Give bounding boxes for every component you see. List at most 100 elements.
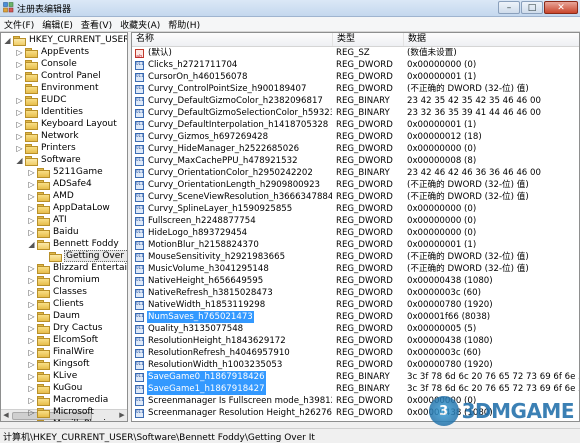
tree-node[interactable]: ▷ Keyboard Layout — [15, 118, 118, 130]
value-name-cell[interactable]: MotionBlur_h2158824370 — [135, 239, 332, 251]
expand-arrow-icon[interactable]: ▷ — [27, 180, 36, 189]
tree-node[interactable]: Getting Over It — [39, 250, 127, 262]
tree-node[interactable]: ▷ KuGou — [27, 382, 83, 394]
tree-node-label[interactable]: Daum — [52, 311, 81, 321]
close-button[interactable]: ✕ — [544, 1, 578, 14]
tree-node-label[interactable]: Environment — [40, 83, 99, 93]
tree-node-label[interactable]: Microsoft — [52, 407, 95, 417]
expand-arrow-icon[interactable]: ▷ — [27, 288, 36, 297]
tree-node[interactable]: ▷ 5211Game — [27, 166, 104, 178]
collapse-arrow-icon[interactable]: ◢ — [27, 240, 36, 249]
registry-value-row[interactable]: ResolutionWidth_h1003235053 REG_DWORD 0x00… — [132, 359, 579, 371]
registry-value-row[interactable]: HideLogo_h893729454 REG_DWORD 0x00000000 (… — [132, 227, 579, 239]
value-name-cell[interactable]: Quality_h3135077548 — [135, 323, 332, 335]
column-name[interactable]: 名称 — [132, 33, 333, 46]
expand-arrow-icon[interactable]: ▷ — [27, 216, 36, 225]
registry-value-row[interactable]: Curvy_ControlPointSize_h900189407 REG_DWO… — [132, 83, 579, 95]
value-name-cell[interactable]: Screenmanager Is Fullscreen mode_h398129… — [135, 395, 332, 407]
registry-value-row[interactable]: Curvy_MaxCachePPU_h478921532 REG_DWORD 0x0… — [132, 155, 579, 167]
value-name-cell[interactable]: Curvy_ControlPointSize_h900189407 — [135, 83, 332, 95]
registry-value-row[interactable]: Curvy_DefaultGizmoSelectionColor_h593237… — [132, 107, 579, 119]
column-data[interactable]: 数据 — [404, 33, 579, 46]
value-name-cell[interactable]: Curvy_MaxCachePPU_h478921532 — [135, 155, 332, 167]
tree-node-label[interactable]: HKEY_CURRENT_USER — [28, 35, 127, 45]
registry-value-row[interactable]: Curvy_SplineLayer_h1590925855 REG_DWORD 0x… — [132, 203, 579, 215]
tree-node[interactable]: ▷ Chromium — [27, 274, 101, 286]
tree-node[interactable]: ▷ MozillaPlugins — [27, 418, 117, 422]
value-name-cell[interactable]: NativeRefresh_h3815028473 — [135, 287, 332, 299]
registry-value-row[interactable]: (默认) REG_SZ (数值未设置) — [132, 47, 579, 59]
tree-node-label[interactable]: AppDataLow — [52, 203, 111, 213]
value-name-cell[interactable]: HideLogo_h893729454 — [135, 227, 332, 239]
expand-arrow-icon[interactable]: ▷ — [15, 120, 24, 129]
registry-value-row[interactable]: SaveGame0_h1867918426 REG_BINARY 3c 3f 78 … — [132, 371, 579, 383]
tree-node[interactable]: ▷ Daum — [27, 310, 81, 322]
tree-node[interactable]: ▷ Microsoft — [27, 406, 95, 418]
menu-file[interactable]: 文件(F) — [0, 17, 38, 31]
registry-value-row[interactable]: Curvy_SceneViewResolution_h3666347884 REG… — [132, 191, 579, 203]
value-name-cell[interactable]: Curvy_DefaultInterpolation_h1418705328 — [135, 119, 332, 131]
tree-node-label[interactable]: Macromedia — [52, 395, 109, 405]
value-name-cell[interactable]: Curvy_HideManager_h2522685026 — [135, 143, 332, 155]
tree-node[interactable]: ◢ Software — [15, 154, 82, 166]
value-name-cell[interactable]: Curvy_OrientationColor_h2950242202 — [135, 167, 332, 179]
menu-view[interactable]: 查看(V) — [77, 17, 116, 31]
expand-arrow-icon[interactable]: ▷ — [15, 72, 24, 81]
tree-node-label[interactable]: ATI — [52, 215, 68, 225]
tree-node-label[interactable]: Getting Over It — [64, 250, 127, 262]
expand-arrow-icon[interactable]: ▷ — [27, 384, 36, 393]
value-name-cell[interactable]: Curvy_OrientationLength_h2909800923 — [135, 179, 332, 191]
tree-node-label[interactable]: Blizzard Entertainmen — [52, 263, 127, 273]
registry-value-row[interactable]: ResolutionRefresh_h4046957910 REG_DWORD 0x… — [132, 347, 579, 359]
tree-node-label[interactable]: MozillaPlugins — [52, 419, 117, 421]
tree-node[interactable]: Environment — [15, 82, 99, 94]
value-name-cell[interactable]: Curvy_DefaultGizmoSelectionColor_h593237… — [135, 107, 332, 119]
value-name-cell[interactable]: ResolutionHeight_h1843629172 — [135, 335, 332, 347]
scroll-right-icon[interactable]: ▶ — [117, 410, 127, 421]
expand-arrow-icon[interactable]: ▷ — [27, 420, 36, 422]
tree-node-label[interactable]: Printers — [40, 143, 77, 153]
value-name-cell[interactable]: Curvy_DefaultGizmoColor_h2382096817 — [135, 95, 332, 107]
registry-value-row[interactable]: Clicks_h2721711704 REG_DWORD 0x00000000 (0… — [132, 59, 579, 71]
expand-arrow-icon[interactable]: ▷ — [15, 96, 24, 105]
tree-node[interactable]: ▷ FinalWire — [27, 346, 95, 358]
registry-value-row[interactable]: NativeWidth_h1853119298 REG_DWORD 0x000007… — [132, 299, 579, 311]
registry-value-row[interactable]: Curvy_OrientationLength_h2909800923 REG_D… — [132, 179, 579, 191]
expand-arrow-icon[interactable]: ▷ — [27, 228, 36, 237]
value-name-cell[interactable]: SaveGame1_h1867918427 — [135, 383, 332, 395]
tree-node-label[interactable]: KLive — [52, 371, 78, 381]
column-type[interactable]: 类型 — [333, 33, 404, 46]
registry-value-row[interactable]: MotionBlur_h2158824370 REG_DWORD 0x0000000… — [132, 239, 579, 251]
value-name-cell[interactable]: MusicVolume_h3041295148 — [135, 263, 332, 275]
expand-arrow-icon[interactable]: ▷ — [27, 396, 36, 405]
menu-edit[interactable]: 编辑(E) — [38, 17, 77, 31]
tree-node[interactable]: ▷ ATI — [27, 214, 68, 226]
expand-arrow-icon[interactable]: ▷ — [27, 324, 36, 333]
tree-node[interactable]: ▷ Baidu — [27, 226, 80, 238]
tree-node-label[interactable]: Console — [40, 59, 78, 69]
value-name-cell[interactable]: NativeWidth_h1853119298 — [135, 299, 332, 311]
registry-value-row[interactable]: Curvy_DefaultGizmoColor_h2382096817 REG_B… — [132, 95, 579, 107]
tree-node-label[interactable]: ElcomSoft — [52, 335, 99, 345]
tree-node-label[interactable]: Kingsoft — [52, 359, 91, 369]
expand-arrow-icon[interactable]: ▷ — [27, 264, 36, 273]
value-name-cell[interactable]: Curvy_SceneViewResolution_h3666347884 — [135, 191, 332, 203]
tree-node[interactable]: ◢ HKEY_CURRENT_USER — [3, 34, 127, 46]
tree-node[interactable]: ▷ AppDataLow — [27, 202, 111, 214]
tree-node[interactable]: ▷ EUDC — [15, 94, 68, 106]
expand-arrow-icon[interactable]: ▷ — [27, 204, 36, 213]
tree-node-label[interactable]: KuGou — [52, 383, 83, 393]
tree-node-label[interactable]: Baidu — [52, 227, 80, 237]
tree-node-label[interactable]: Dry Cactus — [52, 323, 104, 333]
tree-node-label[interactable]: Identities — [40, 107, 84, 117]
tree-node-label[interactable]: Keyboard Layout — [40, 119, 118, 129]
scroll-left-icon[interactable]: ◀ — [1, 410, 11, 421]
tree-node-label[interactable]: Software — [40, 155, 82, 165]
registry-value-row[interactable]: Curvy_DefaultInterpolation_h1418705328 RE… — [132, 119, 579, 131]
value-name-cell[interactable]: CursorOn_h460156078 — [135, 71, 332, 83]
registry-value-row[interactable]: Quality_h3135077548 REG_DWORD 0x00000005 (… — [132, 323, 579, 335]
expand-arrow-icon[interactable]: ▷ — [27, 168, 36, 177]
tree-node[interactable]: ▷ AMD — [27, 190, 75, 202]
tree-node[interactable]: ▷ Macromedia — [27, 394, 109, 406]
expand-arrow-icon[interactable]: ▷ — [27, 192, 36, 201]
